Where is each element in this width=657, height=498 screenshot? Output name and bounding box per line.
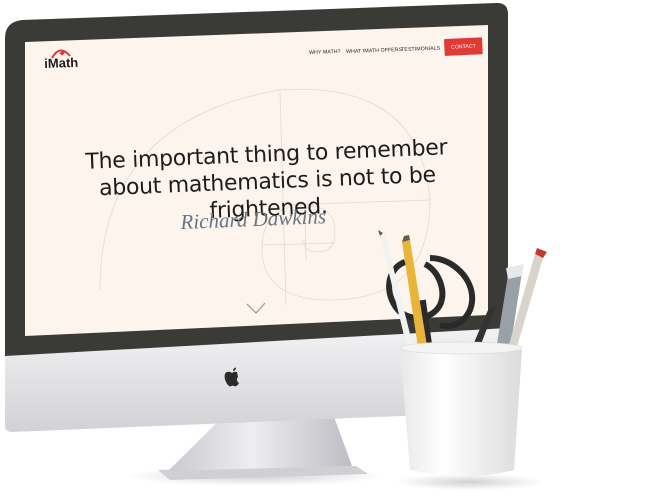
contact-button[interactable]: CONTACT	[444, 37, 483, 56]
pencil-cup-rim	[399, 341, 523, 355]
cup-shadow	[395, 474, 545, 490]
logo[interactable]: iMath	[44, 55, 78, 71]
nav-why-math[interactable]: WHY MATH?	[309, 49, 341, 56]
pencil-cup	[400, 343, 522, 476]
